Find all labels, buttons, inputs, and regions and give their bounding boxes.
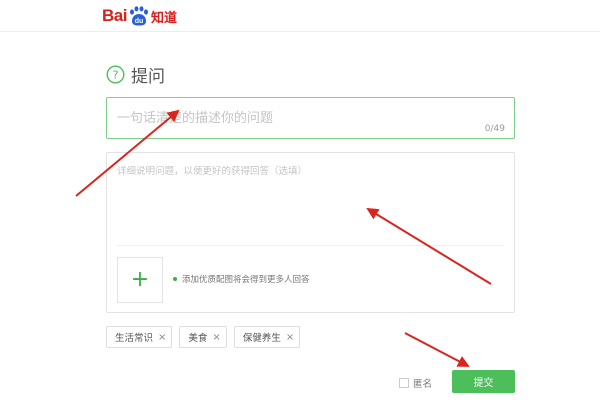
baidu-zhidao-logo[interactable]: Bai du 知道 (102, 5, 177, 27)
divider (117, 245, 504, 246)
tag-chip[interactable]: 保健养生 × (233, 326, 301, 348)
tag-chip[interactable]: 美食 × (179, 326, 227, 348)
page-title: ? 提问 (106, 62, 165, 87)
anonymous-label: 匿名 (413, 379, 433, 390)
top-bar: Bai du 知道 (0, 0, 600, 32)
tag-chip[interactable]: 生活常识 × (106, 326, 173, 348)
page-title-text: 提问 (131, 67, 165, 87)
tag-label: 美食 (188, 333, 208, 344)
logo-text-bai: Bai (102, 6, 127, 25)
anonymous-checkbox[interactable] (399, 378, 409, 388)
annotation-arrow (404, 332, 470, 367)
svg-text:?: ? (113, 69, 119, 82)
tag-label: 生活常识 (115, 333, 154, 344)
close-icon[interactable]: × (286, 332, 294, 343)
tag-list: 生活常识 × 美食 × 保健养生 × (106, 326, 307, 348)
submit-button[interactable]: 提交 (452, 370, 515, 393)
paw-icon: du (129, 6, 148, 26)
tag-label: 保健养生 (242, 333, 281, 344)
plus-icon: + (130, 267, 150, 292)
close-icon[interactable]: × (158, 332, 166, 343)
question-circle-icon: ? (106, 65, 125, 84)
question-description-input[interactable] (117, 163, 502, 243)
image-hint-text: 添加优质配图将会得到更多人回答 (182, 275, 310, 285)
question-title-field[interactable]: 0/49 (106, 97, 515, 139)
image-hint: 添加优质配图将会得到更多人回答 (173, 273, 310, 285)
logo-text-zhidao: 知道 (150, 10, 177, 26)
add-image-button[interactable]: + (117, 257, 163, 303)
question-title-input[interactable] (117, 108, 477, 128)
close-icon[interactable]: × (212, 332, 220, 343)
anonymous-option[interactable]: 匿名 (399, 376, 432, 390)
logo-text-du: du (135, 18, 144, 25)
char-counter: 0/49 (484, 124, 505, 134)
question-description-field[interactable]: + 添加优质配图将会得到更多人回答 (106, 152, 515, 313)
hint-bullet-icon (173, 277, 177, 281)
